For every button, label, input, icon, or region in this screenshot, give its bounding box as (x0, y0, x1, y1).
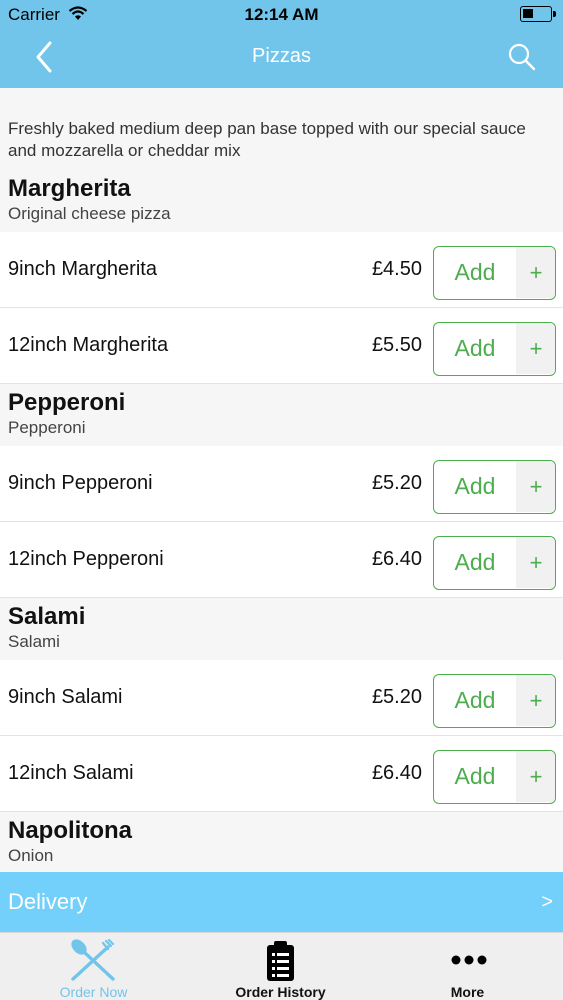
chevron-right-icon: > (541, 891, 553, 913)
category-header: Margherita Original cheese pizza (0, 170, 563, 232)
menu-item: 9inch Salami £5.20 Add + (0, 660, 563, 736)
category-name: Margherita (8, 175, 131, 202)
item-name: 12inch Margherita (8, 334, 169, 356)
category-name: Napolitona (8, 817, 132, 844)
search-button[interactable] (506, 41, 538, 73)
category-description: Original cheese pizza (8, 204, 171, 223)
header: Carrier 12:14 AM Pizzas (0, 0, 563, 88)
add-button[interactable]: Add + (433, 246, 556, 300)
tab-order-history[interactable]: Order History (187, 933, 374, 1000)
plus-icon: + (516, 461, 555, 512)
category-name: Salami (8, 603, 86, 630)
add-label: Add (454, 549, 496, 575)
page-title: Pizzas (252, 45, 311, 67)
search-icon (508, 43, 536, 71)
category-description: Pepperoni (8, 418, 86, 437)
item-price: £4.50 (371, 258, 422, 280)
add-label: Add (454, 763, 496, 789)
item-price: £5.20 (371, 472, 422, 494)
item-name: 9inch Pepperoni (8, 472, 153, 494)
menu-item: 12inch Margherita £5.50 Add + (0, 308, 563, 384)
plus-icon: + (516, 323, 555, 374)
tab-order-now[interactable]: Order Now (0, 933, 187, 1000)
item-name: 9inch Margherita (8, 258, 157, 280)
item-price: £6.40 (371, 762, 422, 784)
plus-icon: + (516, 675, 555, 726)
add-button[interactable]: Add + (433, 536, 556, 590)
category-name: Pepperoni (8, 389, 126, 416)
clipboard-list-icon (187, 939, 374, 983)
plus-icon: + (516, 751, 555, 802)
delivery-bar[interactable]: Delivery > (0, 872, 563, 932)
status-time: 12:14 AM (244, 5, 319, 24)
tab-more[interactable]: More (374, 933, 561, 1000)
category-description: Onion (8, 846, 54, 865)
tab-bar: Order Now Order History More (0, 932, 563, 1000)
more-dots-icon (374, 939, 561, 983)
menu-item: 12inch Pepperoni £6.40 Add + (0, 522, 563, 598)
add-label: Add (454, 259, 496, 285)
tab-label: More (450, 984, 485, 1000)
item-name: 9inch Salami (8, 686, 123, 708)
item-price: £6.40 (371, 548, 422, 570)
category-header: Salami Salami (0, 598, 563, 660)
plus-icon: + (516, 537, 555, 588)
add-label: Add (454, 687, 496, 713)
tab-label: Order History (235, 984, 326, 1000)
menu-item: 12inch Salami £6.40 Add + (0, 736, 563, 812)
add-button[interactable]: Add + (433, 322, 556, 376)
category-header: Pepperoni Pepperoni (0, 384, 563, 446)
item-price: £5.50 (371, 334, 422, 356)
add-button[interactable]: Add + (433, 674, 556, 728)
add-label: Add (454, 335, 496, 361)
status-bar: Carrier 12:14 AM (0, 0, 563, 30)
battery-icon (520, 6, 556, 22)
menu-item: 9inch Margherita £4.50 Add + (0, 232, 563, 308)
category-header: Napolitona Onion (0, 812, 563, 872)
menu-list[interactable]: Freshly baked medium deep pan base toppe… (0, 88, 563, 872)
delivery-label: Delivery (8, 889, 88, 914)
category-intro: Freshly baked medium deep pan base toppe… (0, 88, 563, 170)
item-name: 12inch Salami (8, 762, 134, 784)
add-button[interactable]: Add + (433, 460, 556, 514)
menu-item: 9inch Pepperoni £5.20 Add + (0, 446, 563, 522)
add-button[interactable]: Add + (433, 750, 556, 804)
tab-label: Order Now (59, 984, 128, 1000)
fork-spoon-icon (0, 938, 187, 983)
category-description: Salami (8, 632, 60, 651)
add-label: Add (454, 473, 496, 499)
plus-icon: + (516, 247, 555, 298)
item-price: £5.20 (371, 686, 422, 708)
item-name: 12inch Pepperoni (8, 548, 164, 570)
